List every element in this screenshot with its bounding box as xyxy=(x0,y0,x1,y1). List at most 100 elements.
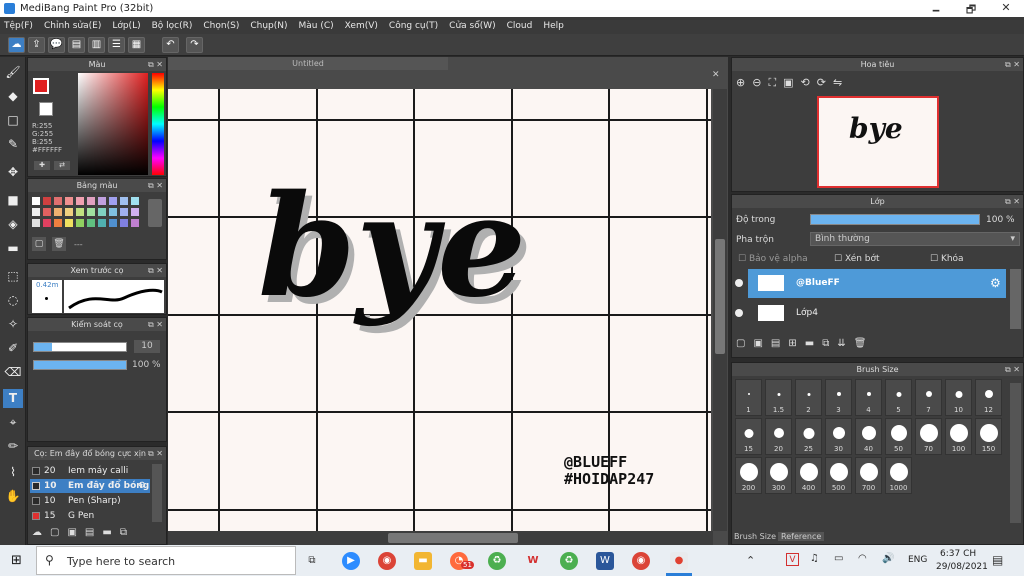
rotate-right-icon[interactable]: ⟳ xyxy=(817,76,833,89)
palette-swatch[interactable] xyxy=(65,208,73,216)
merge-layer-icon[interactable]: ⇊ xyxy=(837,338,853,349)
foreground-color[interactable] xyxy=(33,78,49,94)
canvas-vertical-scrollbar[interactable] xyxy=(713,89,727,531)
brush-size-value[interactable]: 10 xyxy=(134,340,160,353)
palette-scrollbar[interactable] xyxy=(148,199,162,227)
palette-swatch[interactable] xyxy=(87,208,95,216)
palette-swatch[interactable] xyxy=(120,219,128,227)
delete-layer-icon[interactable]: 🗑 xyxy=(854,338,875,349)
select-tool-icon[interactable]: ⬚ xyxy=(3,267,23,286)
menu-tools[interactable]: Công cụ(T) xyxy=(389,21,438,31)
palette-swatch[interactable] xyxy=(98,208,106,216)
palette-swatch[interactable] xyxy=(65,219,73,227)
eraser-tool-icon[interactable]: ◆ xyxy=(3,87,23,106)
palette-swatch[interactable] xyxy=(65,197,73,205)
select-pen-icon[interactable]: ✐ xyxy=(3,339,23,358)
text-tool-icon[interactable]: T xyxy=(3,389,23,408)
brush-size-7[interactable]: 7 xyxy=(915,379,942,416)
eyedropper-icon[interactable]: ⌇ xyxy=(3,463,23,482)
brush-size-3[interactable]: 3 xyxy=(825,379,852,416)
brush-size-1[interactable]: 1 xyxy=(735,379,762,416)
palette-swatch[interactable] xyxy=(54,197,62,205)
panel-expand-icon[interactable]: ⧉ ✕ xyxy=(1005,58,1020,71)
layer-scrollbar[interactable] xyxy=(1010,269,1021,329)
brush-size-2[interactable]: 2 xyxy=(795,379,822,416)
close-button[interactable]: ✕ xyxy=(990,1,1022,16)
layer-opacity-slider[interactable] xyxy=(810,214,980,225)
minimize-button[interactable]: 🗕 xyxy=(920,1,952,16)
tray-expand-icon[interactable]: ⌃ xyxy=(746,554,755,567)
canvas-horizontal-scrollbar[interactable] xyxy=(168,531,713,545)
tab-reference[interactable]: Reference xyxy=(778,532,825,541)
brush-list-actions[interactable]: ☁▢▣▤▬⧉ xyxy=(32,527,162,541)
battery-icon[interactable]: ▭ xyxy=(834,553,843,564)
scroll-thumb[interactable] xyxy=(715,239,725,354)
actual-size-icon[interactable]: ▣ xyxy=(783,76,800,89)
grid-icon[interactable]: ▦ xyxy=(128,37,145,53)
comment-icon[interactable]: 💬 xyxy=(48,37,65,53)
brush-size-200[interactable]: 200 xyxy=(735,457,762,494)
protect-alpha-checkbox[interactable]: ☐ Bảo vệ alpha xyxy=(738,254,808,264)
redo-icon[interactable]: ↷ xyxy=(186,37,203,53)
brush-size-400[interactable]: 400 xyxy=(795,457,822,494)
duplicate-layer-icon[interactable]: ⧉ xyxy=(822,338,837,349)
clock-time[interactable]: 6:37 CH xyxy=(940,549,976,559)
gear-icon[interactable]: ⚙ xyxy=(138,479,146,493)
zoom-out-icon[interactable]: ⊖ xyxy=(752,76,768,89)
note-icon[interactable]: ▤ xyxy=(68,37,85,53)
restore-button[interactable]: 🗗 xyxy=(955,1,987,16)
clipping-checkbox[interactable]: ☐ Xén bớt xyxy=(834,254,880,264)
palette-swatch[interactable] xyxy=(32,219,40,227)
brush-size-100[interactable]: 100 xyxy=(945,418,972,455)
brush-menu-icon[interactable]: ▣ xyxy=(67,527,84,538)
navigator-thumbnail[interactable]: bye xyxy=(817,96,939,188)
new-8bit-layer-icon[interactable]: ▤ xyxy=(771,338,788,349)
layer-visibility-icon[interactable] xyxy=(735,279,743,287)
palette-swatch[interactable] xyxy=(43,219,51,227)
brush-size-scrollbar[interactable] xyxy=(1010,383,1021,523)
menu-window[interactable]: Cửa sổ(W) xyxy=(449,21,495,31)
new-halftone-layer-icon[interactable]: ▣ xyxy=(753,338,770,349)
share-icon[interactable]: ⇪ xyxy=(28,37,45,53)
gradient-tool-icon[interactable]: ▬ xyxy=(3,239,23,258)
tab-brush-size[interactable]: Brush Size xyxy=(734,532,776,541)
document-tab[interactable]: Untitled xyxy=(168,57,448,70)
menu-color[interactable]: Màu (C) xyxy=(299,21,334,31)
folder-icon[interactable]: ▬ xyxy=(805,338,822,349)
brush-size-10[interactable]: 10 xyxy=(945,379,972,416)
chrome-icon[interactable]: ◉ xyxy=(378,552,396,570)
palette-swatch[interactable] xyxy=(98,197,106,205)
brush-size-15[interactable]: 15 xyxy=(735,418,762,455)
bucket-tool-icon[interactable]: ◈ xyxy=(3,215,23,234)
background-color[interactable] xyxy=(39,102,53,116)
app-icon-green-2[interactable]: ♻ xyxy=(560,552,578,570)
task-view-icon[interactable]: ⧉ xyxy=(303,552,321,570)
brush-size-slider[interactable] xyxy=(33,342,127,352)
document-icon[interactable]: ▥ xyxy=(88,37,105,53)
palette-swatch[interactable] xyxy=(131,208,139,216)
palette-swatch[interactable] xyxy=(43,197,51,205)
gear-icon[interactable]: ⚙ xyxy=(990,276,1001,290)
notification-center-icon[interactable]: ▤ xyxy=(992,553,1003,567)
copy-brush-icon[interactable]: ▤ xyxy=(85,527,102,538)
brush-item[interactable]: 10 Pen (Sharp) xyxy=(30,494,150,508)
menu-file[interactable]: Tệp(F) xyxy=(4,21,33,31)
brush-size-25[interactable]: 25 xyxy=(795,418,822,455)
palette-swatch[interactable] xyxy=(87,197,95,205)
brush-size-1000[interactable]: 1000 xyxy=(885,457,912,494)
panel-expand-icon[interactable]: ⧉ ✕ xyxy=(148,264,163,277)
brush-size-12[interactable]: 12 xyxy=(975,379,1002,416)
menu-select[interactable]: Chọn(S) xyxy=(203,21,239,31)
new-brush-icon[interactable]: ▢ xyxy=(50,527,67,538)
delete-palette-icon[interactable]: 🗑 xyxy=(52,237,66,251)
select-eraser-icon[interactable]: ⌫ xyxy=(3,363,23,382)
palette-swatch[interactable] xyxy=(109,197,117,205)
lasso-tool-icon[interactable]: ◌ xyxy=(3,291,23,310)
palette-swatch[interactable] xyxy=(54,219,62,227)
app-icon-green[interactable]: ♻ xyxy=(488,552,506,570)
medibang-icon[interactable]: ● xyxy=(670,552,688,570)
palette-swatch[interactable] xyxy=(32,197,40,205)
palette-swatch[interactable] xyxy=(43,208,51,216)
menu-filter[interactable]: Bộ lọc(R) xyxy=(152,21,193,31)
list-icon[interactable]: ☰ xyxy=(108,37,125,53)
